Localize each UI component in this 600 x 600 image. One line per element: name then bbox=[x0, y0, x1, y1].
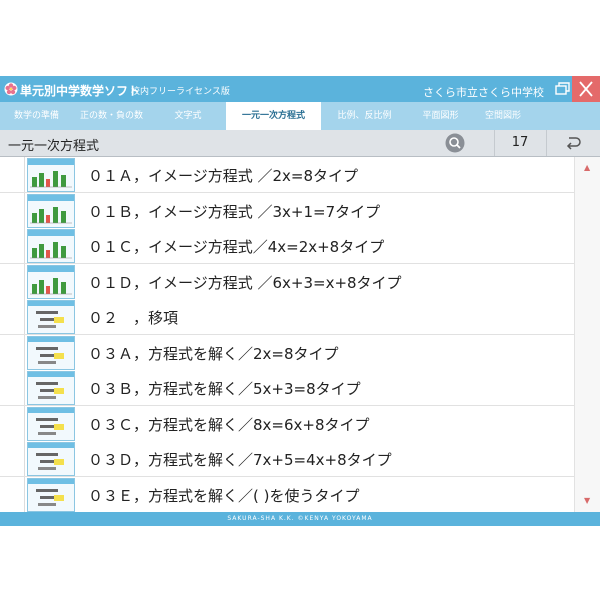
row-divider bbox=[24, 192, 25, 228]
close-button[interactable] bbox=[572, 76, 600, 102]
sakura-logo-icon bbox=[4, 82, 18, 96]
row-divider bbox=[24, 334, 25, 370]
tab-math-prep[interactable]: 数学の準備 bbox=[0, 102, 73, 130]
close-icon bbox=[579, 81, 593, 97]
list-item-label: ０３Ｃ，方程式を解く／8x=6x+8タイプ bbox=[88, 415, 370, 434]
list-item-label: ０３Ｄ，方程式を解く／7x+5=4x+8タイプ bbox=[88, 451, 392, 469]
list-item-label: ０１Ｃ，イメージ方程式／4x=2x+8タイプ bbox=[88, 238, 385, 256]
list-item[interactable]: ０１Ｄ，イメージ方程式 ／6x+3=x+8タイプ bbox=[0, 263, 574, 300]
list-item[interactable]: ０１Ｃ，イメージ方程式／4x=2x+8タイプ bbox=[0, 228, 574, 264]
row-divider bbox=[24, 157, 25, 192]
row-divider bbox=[24, 370, 25, 405]
tab-label: 平面図形 bbox=[422, 111, 459, 121]
tab-proportion[interactable]: 比例、反比例 bbox=[321, 102, 408, 130]
row-divider bbox=[24, 299, 25, 334]
row-divider bbox=[24, 405, 25, 441]
lesson-thumbnail bbox=[27, 477, 75, 512]
footer-credit: SAKURA-SHA K.K. ©KENYA YOKOYAMA bbox=[0, 512, 600, 526]
tab-label: 数学の準備 bbox=[13, 111, 59, 121]
tab-label: 正の数・負の数 bbox=[79, 111, 143, 121]
section-title: 一元一次方程式 bbox=[8, 139, 100, 154]
tab-linear-equations[interactable]: 一元一次方程式 bbox=[226, 102, 321, 130]
list-item-label: ０３Ｅ，方程式を解く／( )を使うタイプ bbox=[88, 486, 360, 505]
item-count: 17 bbox=[511, 135, 529, 150]
list-item[interactable]: ０３Ｄ，方程式を解く／7x+5=4x+8タイプ bbox=[0, 441, 574, 477]
row-divider bbox=[24, 263, 25, 299]
tab-label: 一元一次方程式 bbox=[241, 111, 305, 121]
divider bbox=[546, 130, 547, 156]
return-arrow-icon bbox=[566, 137, 581, 150]
app-title: 単元別中学数学ソフト bbox=[20, 84, 141, 98]
lesson-thumbnail bbox=[27, 335, 75, 370]
tab-label: 比例、反比例 bbox=[337, 111, 392, 121]
lesson-thumbnail bbox=[27, 229, 75, 263]
list-item[interactable]: ０３Ｅ，方程式を解く／( )を使うタイプ bbox=[0, 476, 574, 512]
tab-label: 文字式 bbox=[174, 111, 202, 121]
row-divider bbox=[24, 228, 25, 263]
row-divider bbox=[24, 441, 25, 476]
lesson-thumbnail bbox=[27, 300, 75, 334]
tab-plane-figures[interactable]: 平面図形 bbox=[408, 102, 473, 130]
scroll-down-icon[interactable]: ▼ bbox=[584, 496, 590, 505]
list-item-label: ０３Ａ，方程式を解く／2x=8タイプ bbox=[88, 344, 339, 363]
list-item-label: ０１Ａ，イメージ方程式 ／2x=8タイプ bbox=[88, 167, 359, 185]
tab-bar: 数学の準備 正の数・負の数 文字式 一元一次方程式 比例、反比例 平面図形 空間… bbox=[0, 102, 600, 130]
list-item-label: ０３Ｂ，方程式を解く／5x+3=8タイプ bbox=[88, 380, 361, 398]
search-button[interactable] bbox=[445, 133, 465, 153]
list-item[interactable]: ０３Ｃ，方程式を解く／8x=6x+8タイプ bbox=[0, 405, 574, 442]
list-item-label: ０１Ｂ，イメージ方程式 ／3x+1=7タイプ bbox=[88, 202, 381, 221]
tab-solid-figures[interactable]: 空間図形 bbox=[473, 102, 533, 130]
lesson-thumbnail bbox=[27, 264, 75, 299]
lesson-thumbnail bbox=[27, 442, 75, 476]
list-item[interactable]: ０３Ｂ，方程式を解く／5x+3=8タイプ bbox=[0, 370, 574, 406]
lesson-thumbnail bbox=[27, 371, 75, 405]
back-button[interactable] bbox=[560, 133, 584, 153]
section-header: 一元一次方程式 17 bbox=[0, 130, 600, 157]
lesson-thumbnail bbox=[27, 158, 75, 192]
search-icon bbox=[445, 133, 465, 153]
school-name: さくら市立さくら中学校 bbox=[423, 86, 544, 99]
tab-expressions[interactable]: 文字式 bbox=[150, 102, 226, 130]
list-item[interactable]: ０１Ｂ，イメージ方程式 ／3x+1=7タイプ bbox=[0, 192, 574, 229]
list-item[interactable]: ０３Ａ，方程式を解く／2x=8タイプ bbox=[0, 334, 574, 371]
app-window: 単元別中学数学ソフト 校内フリーライセンス版 さくら市立さくら中学校 数学の準備… bbox=[0, 76, 600, 526]
lesson-thumbnail bbox=[27, 193, 75, 228]
tab-label: 空間図形 bbox=[484, 111, 521, 121]
tab-positive-negative[interactable]: 正の数・負の数 bbox=[73, 102, 150, 130]
list-item[interactable]: ０１Ａ，イメージ方程式 ／2x=8タイプ bbox=[0, 157, 574, 193]
scroll-up-icon[interactable]: ▲ bbox=[584, 163, 590, 172]
list-item-label: ０１Ｄ，イメージ方程式 ／6x+3=x+8タイプ bbox=[88, 273, 402, 292]
scrollbar[interactable]: ▲ ▼ bbox=[574, 157, 600, 512]
lesson-thumbnail bbox=[27, 406, 75, 441]
list-item[interactable]: ０２ ，移項 bbox=[0, 299, 574, 335]
list-item-label: ０２ ，移項 bbox=[88, 309, 179, 327]
edition-label: 校内フリーライセンス版 bbox=[131, 87, 230, 97]
row-divider bbox=[24, 476, 25, 512]
title-bar: 単元別中学数学ソフト 校内フリーライセンス版 さくら市立さくら中学校 bbox=[0, 76, 600, 102]
lesson-list: ０１Ａ，イメージ方程式 ／2x=8タイプ ０１Ｂ，イメージ方程式 ／3x+1=7タ… bbox=[0, 157, 574, 512]
